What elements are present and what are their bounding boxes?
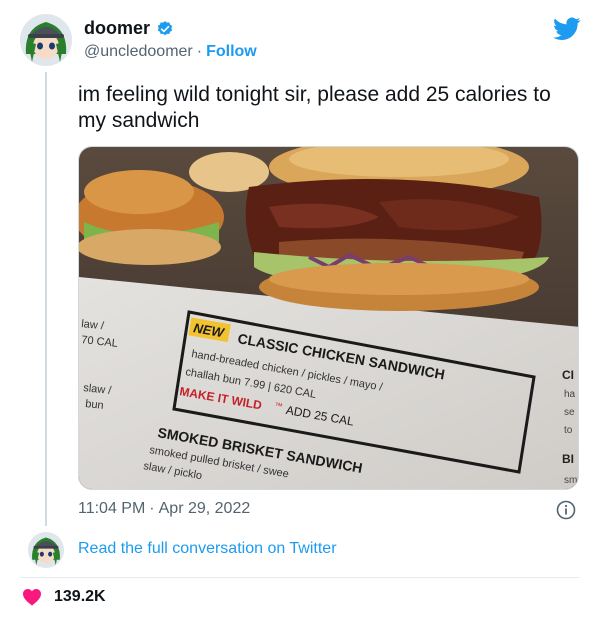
read-conversation-link[interactable]: Read the full conversation on Twitter bbox=[78, 540, 337, 558]
menu-right-fragment-3: se bbox=[564, 407, 575, 418]
menu-photo: law / 70 CAL slaw / bun NEW CLASSIC CHIC… bbox=[79, 147, 578, 489]
tweet-card: doomer @uncledoomer · Follow im feeling wi… bbox=[0, 0, 600, 622]
menu-left-fragment-4: bun bbox=[85, 398, 105, 412]
timestamp-separator: · bbox=[149, 500, 155, 517]
tweet-time: 11:04 PM bbox=[78, 500, 146, 517]
tweet-media-photo[interactable]: law / 70 CAL slaw / bun NEW CLASSIC CHIC… bbox=[78, 146, 579, 490]
divider bbox=[20, 577, 580, 578]
author-handle[interactable]: @uncledoomer bbox=[84, 43, 193, 60]
author-handle-row: @uncledoomer · Follow bbox=[84, 43, 257, 61]
like-count: 139.2K bbox=[54, 588, 106, 605]
thread-line bbox=[45, 72, 47, 526]
twitter-bird-icon[interactable] bbox=[553, 17, 581, 41]
menu-right-fragment-6: sm bbox=[564, 475, 577, 486]
tweet-text: im feeling wild tonight sir, please add … bbox=[78, 83, 551, 132]
author-display-name[interactable]: doomer bbox=[84, 18, 150, 39]
heart-icon bbox=[23, 588, 41, 606]
info-icon[interactable] bbox=[556, 500, 576, 520]
menu-right-fragment-1: CI bbox=[562, 368, 574, 382]
trademark-symbol: ™ bbox=[274, 401, 283, 411]
follow-button[interactable]: Follow bbox=[206, 43, 257, 60]
author-name-row: doomer bbox=[84, 18, 174, 39]
menu-right-fragment-5: BI bbox=[562, 452, 574, 466]
menu-left-fragment-1: law / bbox=[81, 318, 106, 332]
tweet-timestamp[interactable]: 11:04 PM · Apr 29, 2022 bbox=[78, 500, 250, 518]
like-button[interactable]: 139.2K bbox=[22, 588, 106, 606]
menu-right-fragment-4: to bbox=[564, 425, 573, 436]
author-avatar[interactable] bbox=[20, 14, 72, 66]
conversation-avatar bbox=[28, 532, 64, 568]
tweet-date: Apr 29, 2022 bbox=[158, 500, 251, 517]
handle-separator: · bbox=[196, 43, 203, 60]
menu-right-fragment-2: ha bbox=[564, 389, 576, 400]
verified-badge-icon bbox=[157, 20, 173, 35]
